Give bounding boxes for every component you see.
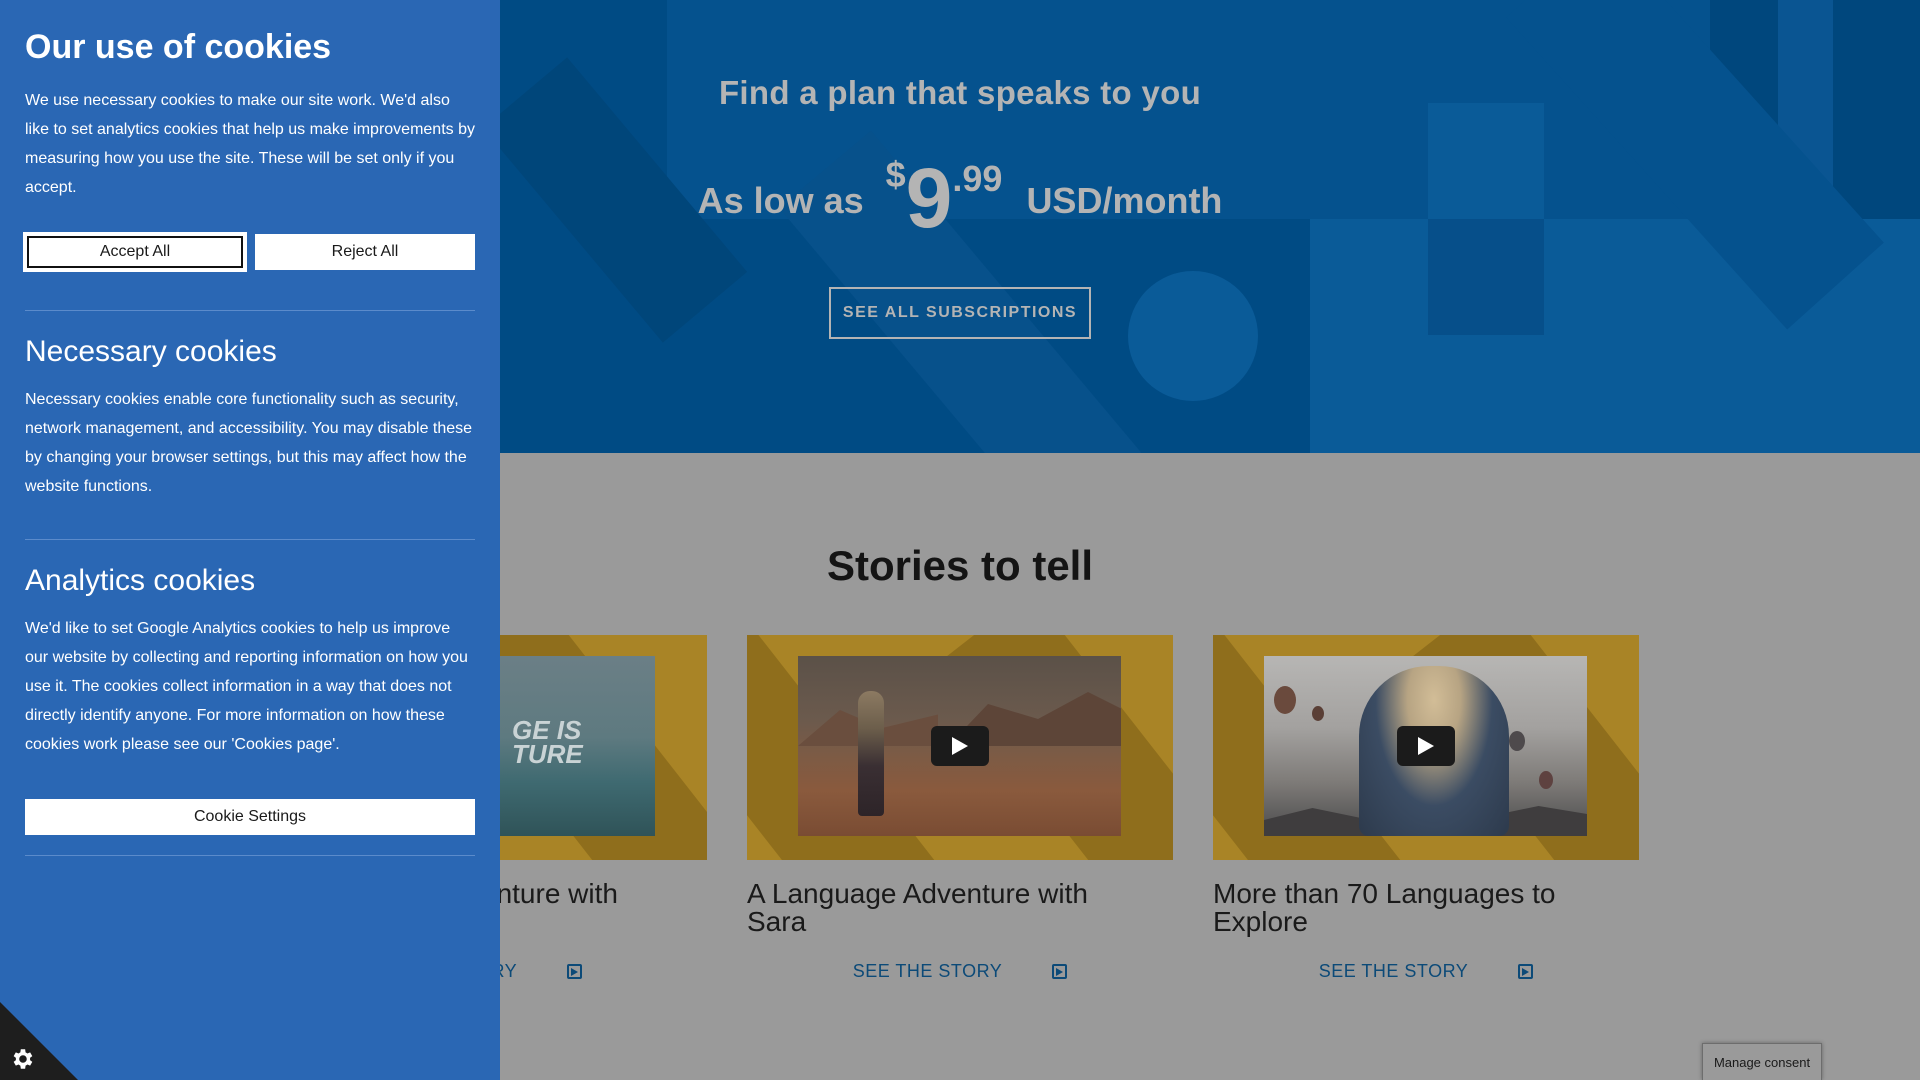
thumbnail-text: GE IS TURE — [512, 715, 583, 769]
cookie-intro-text: We use necessary cookies to make our sit… — [25, 92, 475, 196]
price-unit: USD/month — [1026, 180, 1223, 221]
hero-decor-circle — [1128, 271, 1258, 401]
play-button[interactable] — [1396, 726, 1455, 766]
play-square-icon — [1518, 964, 1534, 979]
price-whole: 9 — [905, 151, 953, 245]
necessary-cookies-text: Necessary cookies enable core functional… — [25, 391, 473, 495]
see-story-link[interactable]: SEE THE STORY — [1213, 961, 1639, 982]
cookie-panel-title: Our use of cookies — [25, 28, 332, 66]
analytics-cookies-title: Analytics cookies — [25, 564, 256, 597]
reject-all-button[interactable]: Reject All — [255, 234, 475, 270]
price-cents: .99 — [952, 158, 1003, 199]
cookie-preferences-toggle[interactable] — [0, 1002, 78, 1080]
divider — [25, 539, 475, 540]
analytics-cookies-text: We'd like to set Google Analytics cookie… — [25, 620, 468, 753]
gear-icon — [9, 1046, 35, 1076]
see-story-label: SEE THE STORY — [1318, 961, 1469, 981]
play-icon — [951, 737, 968, 755]
see-story-label: SEE THE STORY — [852, 961, 1003, 981]
cookie-settings-button[interactable]: Cookie Settings — [25, 799, 475, 835]
story-thumbnail[interactable] — [798, 656, 1121, 836]
play-square-icon — [1052, 964, 1068, 979]
story-thumbnail[interactable] — [1264, 656, 1587, 836]
price-currency: $ — [885, 154, 906, 195]
story-thumbnail-frame — [1213, 635, 1639, 860]
story-card[interactable]: More than 70 Languages to Explore SEE TH… — [1213, 635, 1639, 981]
story-card-title[interactable]: A Language Adventure with Sara — [747, 880, 1147, 936]
accept-all-button[interactable]: Accept All — [25, 234, 245, 270]
manage-consent-button[interactable]: Manage consent — [1702, 1043, 1822, 1080]
story-thumbnail-frame — [747, 635, 1173, 860]
divider — [25, 310, 475, 311]
cookie-consent-panel: Our use of cookies We use necessary cook… — [0, 0, 500, 1080]
story-card-title[interactable]: More than 70 Languages to Explore — [1213, 880, 1613, 936]
price-lead: As low as — [697, 180, 864, 221]
play-icon — [1417, 737, 1434, 755]
consent-buttons: Accept All Reject All — [25, 234, 475, 270]
story-card[interactable]: A Language Adventure with Sara SEE THE S… — [747, 635, 1173, 981]
person-figure — [858, 691, 884, 816]
see-all-subscriptions-button[interactable]: SEE ALL SUBSCRIPTIONS — [829, 287, 1091, 339]
play-square-icon — [567, 964, 583, 979]
necessary-cookies-title: Necessary cookies — [25, 335, 277, 368]
divider — [25, 855, 475, 856]
play-button[interactable] — [930, 726, 989, 766]
see-story-link[interactable]: SEE THE STORY — [747, 961, 1173, 982]
